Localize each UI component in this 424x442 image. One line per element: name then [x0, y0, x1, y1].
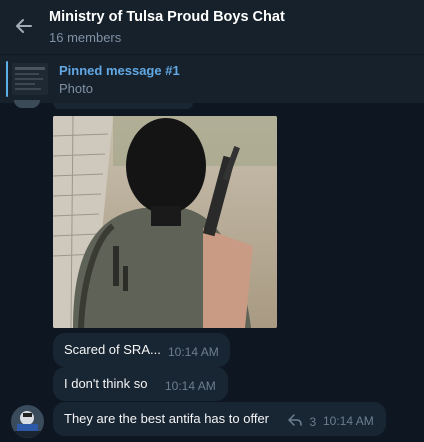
message-time: 10:14 AM — [165, 379, 216, 393]
reply-count-number: 3 — [309, 415, 317, 429]
message-time: 10:14 AM — [168, 345, 219, 359]
message-text: They are the best antifa has to offer — [64, 411, 269, 426]
previous-avatar — [14, 100, 40, 108]
reply-arrow-icon — [288, 413, 302, 431]
message-photo[interactable] — [53, 116, 277, 328]
pinned-indicator — [6, 61, 8, 97]
reply-count[interactable]: 3 — [288, 413, 316, 431]
message-bubble[interactable]: Scared of SRA... 10:14 AM — [53, 333, 230, 367]
chat-header: Ministry of Tulsa Proud Boys Chat 16 mem… — [0, 0, 424, 54]
message-time: 10:14 AM — [323, 414, 374, 428]
pinned-title: Pinned message #1 — [59, 63, 180, 78]
pinned-subtitle: Photo — [59, 81, 93, 96]
avatar[interactable] — [11, 405, 44, 438]
message-bubble[interactable]: They are the best antifa has to offer 3 … — [53, 402, 386, 436]
message-bubble[interactable]: I don't think so 10:14 AM — [53, 367, 228, 401]
message-text: Scared of SRA... — [64, 342, 161, 357]
previous-message-bubble — [53, 103, 193, 109]
pinned-photo-thumbnail — [12, 63, 48, 95]
back-arrow-icon[interactable] — [12, 14, 36, 38]
member-count: 16 members — [49, 30, 122, 45]
chat-title[interactable]: Ministry of Tulsa Proud Boys Chat — [49, 9, 285, 25]
pinned-message-bar[interactable]: Pinned message #1 Photo — [0, 54, 424, 103]
message-text: I don't think so — [64, 376, 148, 391]
